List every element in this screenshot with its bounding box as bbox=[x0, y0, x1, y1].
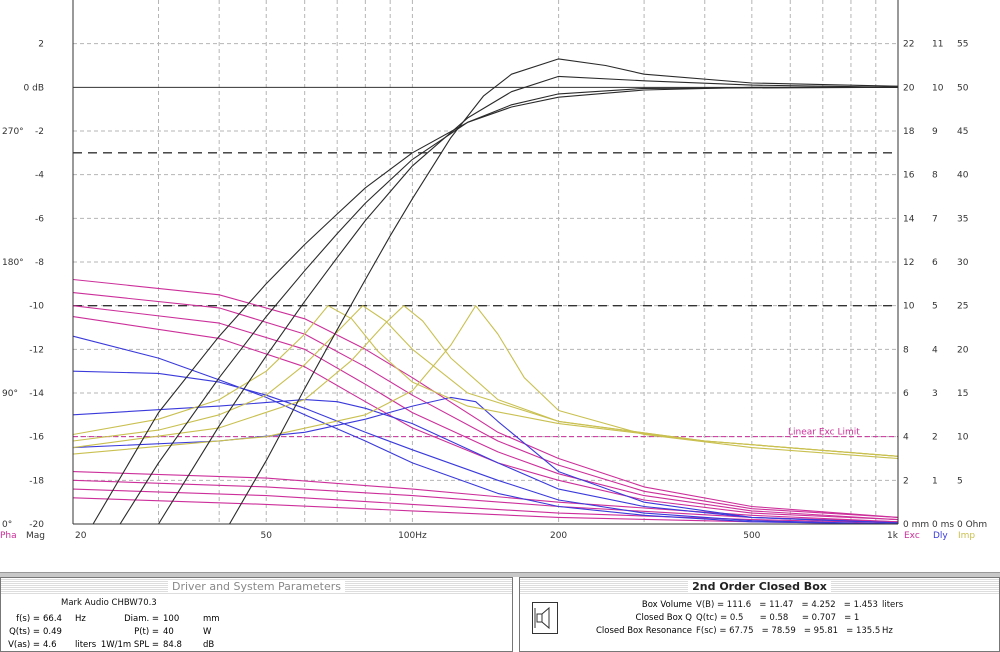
right-tick-label: 1 bbox=[932, 476, 938, 486]
box-volume-values[interactable]: V(B) = 111.6 = 11.47 = 4.252 = 1.453 bbox=[696, 600, 878, 610]
right-tick-label: 10 bbox=[903, 302, 915, 312]
closed-box-q-label: Closed Box Q bbox=[635, 613, 692, 623]
right-tick-label: 55 bbox=[957, 40, 968, 50]
right-tick-label: 5 bbox=[957, 476, 963, 486]
diam-unit: mm bbox=[203, 614, 220, 624]
phase-tick-label: 270° bbox=[2, 127, 24, 137]
closed-box-q-values[interactable]: Q(tc) = 0.5 = 0.58 = 0.707 = 1 bbox=[696, 613, 859, 623]
vas-value[interactable]: 4.6 bbox=[43, 640, 57, 650]
phase-tick-label: 0° bbox=[2, 520, 12, 530]
spl-value[interactable]: 84.8 bbox=[163, 640, 182, 650]
right-tick-label: 20 bbox=[957, 345, 969, 355]
spl-unit: dB bbox=[203, 640, 215, 650]
fs-value[interactable]: 66.4 bbox=[43, 614, 62, 624]
right-tick-label: 7 bbox=[932, 214, 938, 224]
x-tick-label: 100Hz bbox=[398, 531, 427, 541]
frequency-response-chart: Linear Exc Limit 2 0 dB -2 -4 -6 -8 -10 -12 -14 -… bbox=[0, 0, 1000, 545]
y-tick-label: 2 bbox=[38, 40, 44, 50]
speaker-icon[interactable] bbox=[532, 602, 558, 634]
x-tick-label: 1k bbox=[887, 531, 899, 541]
closed-box-resonance-label: Closed Box Resonance bbox=[595, 626, 692, 636]
right-tick-label: 6 bbox=[932, 258, 938, 268]
right-tick-label: 2 bbox=[932, 433, 938, 443]
x-tick-label: 20 bbox=[75, 531, 87, 541]
right-axis-title: Imp bbox=[958, 531, 975, 541]
right-axis-title: Dly bbox=[933, 531, 948, 541]
linear-exc-limit-label: Linear Exc Limit bbox=[788, 428, 860, 438]
x-tick-label: 50 bbox=[261, 531, 273, 541]
right-tick-label: 50 bbox=[957, 83, 969, 93]
right-tick-label: 45 bbox=[957, 127, 968, 137]
right-tick-label: 12 bbox=[903, 258, 914, 268]
right-tick-label: 10 bbox=[957, 433, 969, 443]
right-tick-label: 25 bbox=[957, 302, 968, 312]
right-tick-label: 22 bbox=[903, 40, 914, 50]
phase-tick-label: 90° bbox=[2, 389, 18, 399]
right-tick-label: 16 bbox=[903, 171, 915, 181]
driver-panel-title: Driver and System Parameters bbox=[1, 578, 512, 595]
right-tick-label: 11 bbox=[932, 40, 943, 50]
vas-label: V(as) = bbox=[8, 640, 40, 650]
y-tick-label: -12 bbox=[29, 345, 44, 355]
y-tick-label: -2 bbox=[35, 127, 44, 137]
spl-label: 1W/1m SPL = bbox=[100, 640, 159, 650]
driver-parameters-panel: Driver and System Parameters Mark Audio … bbox=[0, 577, 513, 652]
diam-value[interactable]: 100 bbox=[163, 614, 179, 624]
fs-label: f(s) = bbox=[16, 614, 40, 624]
right-tick-label: 14 bbox=[903, 214, 915, 224]
y-tick-label: -18 bbox=[29, 476, 44, 486]
right-tick-label: 40 bbox=[957, 171, 969, 181]
diam-label: Diam. = bbox=[124, 614, 159, 624]
right-tick-label: 18 bbox=[903, 127, 915, 137]
pt-unit: W bbox=[203, 627, 212, 637]
right-axis-title: Exc bbox=[904, 531, 920, 541]
right-tick-label: 30 bbox=[957, 258, 969, 268]
box-volume-label: Box Volume bbox=[641, 600, 692, 610]
qts-value[interactable]: 0.49 bbox=[43, 627, 62, 637]
right-tick-label: 3 bbox=[932, 389, 938, 399]
right-tick-label: 0 ms bbox=[932, 520, 954, 530]
y-tick-label: 0 dB bbox=[24, 83, 44, 93]
y-tick-label: -14 bbox=[29, 389, 44, 399]
pt-value[interactable]: 40 bbox=[163, 627, 174, 637]
phase-tick-label: 180° bbox=[2, 258, 24, 268]
right-tick-label: 15 bbox=[957, 389, 968, 399]
right-tick-label: 20 bbox=[903, 83, 915, 93]
fs-unit: Hz bbox=[75, 614, 86, 624]
y-tick-label: -4 bbox=[35, 171, 44, 181]
box-volume-unit: liters bbox=[882, 600, 904, 610]
closed-box-panel: 2nd Order Closed Box Box Volume V(B) = 1… bbox=[519, 577, 1000, 652]
right-tick-label: 35 bbox=[957, 214, 968, 224]
mag-axis-title: Mag bbox=[26, 531, 45, 541]
x-tick-label: 200 bbox=[550, 531, 567, 541]
phase-axis-title: Pha bbox=[0, 531, 17, 541]
right-tick-label: 4 bbox=[932, 345, 938, 355]
right-tick-label: 0 Ohm bbox=[957, 520, 987, 530]
closed-box-resonance-values[interactable]: F(sc) = 67.75 = 78.59 = 95.81 = 135.5 bbox=[696, 626, 880, 636]
right-tick-label: 9 bbox=[932, 127, 938, 137]
qts-label: Q(ts) = bbox=[9, 627, 40, 637]
y-tick-label: -6 bbox=[35, 214, 44, 224]
y-tick-label: -16 bbox=[29, 433, 44, 443]
right-tick-label: 2 bbox=[903, 476, 909, 486]
y-tick-label: -8 bbox=[35, 258, 44, 268]
right-tick-label: 5 bbox=[932, 302, 938, 312]
pt-label: P(t) = bbox=[134, 627, 159, 637]
right-tick-label: 8 bbox=[932, 171, 938, 181]
right-tick-label: 10 bbox=[932, 83, 944, 93]
driver-name: Mark Audio CHBW70.3 bbox=[61, 598, 157, 608]
right-tick-label: 8 bbox=[903, 345, 909, 355]
closed-box-panel-title: 2nd Order Closed Box bbox=[520, 578, 999, 595]
right-tick-label: 0 mm bbox=[903, 520, 929, 530]
closed-box-resonance-unit: Hz bbox=[882, 626, 893, 636]
y-tick-label: -10 bbox=[29, 302, 44, 312]
right-tick-label: 6 bbox=[903, 389, 909, 399]
right-tick-label: 4 bbox=[903, 433, 909, 443]
x-tick-label: 500 bbox=[743, 531, 760, 541]
y-tick-label: -20 bbox=[29, 520, 44, 530]
